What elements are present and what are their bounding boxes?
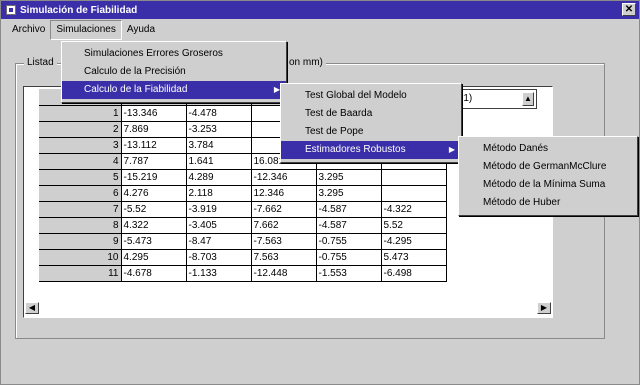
submenu-arrow-icon: ▶ xyxy=(448,145,455,154)
column-header-combo[interactable]: r1) ▲ xyxy=(455,89,537,109)
menu-item-test-baarda[interactable]: Test de Baarda xyxy=(281,105,461,123)
grid-cell[interactable]: 4.295 xyxy=(121,249,187,266)
grid-cell[interactable]: 12.346 xyxy=(251,185,317,202)
row-number[interactable]: 2 xyxy=(39,121,122,138)
table-row[interactable]: 5 -15.219 4.289 -12.346 3.295 xyxy=(39,169,447,186)
grid-cell[interactable]: 7.563 xyxy=(251,249,317,266)
grid-cell[interactable]: -4.478 xyxy=(186,105,252,122)
row-number[interactable]: 3 xyxy=(39,137,122,154)
menu-item-label: Estimadores Robustos xyxy=(305,144,406,155)
grid-cell[interactable]: -15.219 xyxy=(121,169,187,186)
row-number[interactable]: 11 xyxy=(39,265,122,282)
menu-item-test-pope[interactable]: Test de Pope xyxy=(281,123,461,141)
window-title: Simulación de Fiabilidad xyxy=(20,4,138,16)
grid-cell[interactable]: 4.322 xyxy=(121,217,187,234)
menu-item-metodo-germanmcclure[interactable]: Método de GermanMcClure xyxy=(459,158,637,176)
grid-cell[interactable]: -3.919 xyxy=(186,201,252,218)
menu-item-metodo-minima-suma[interactable]: Método de la Mínima Suma xyxy=(459,176,637,194)
table-row[interactable]: 11 -4.678 -1.133 -12.448 -1.553 -6.498 xyxy=(39,265,447,282)
menu-item-calculo-precision[interactable]: Calculo de la Precisión xyxy=(62,63,286,81)
menu-item-metodo-danes[interactable]: Método Danés xyxy=(459,140,637,158)
grid-cell[interactable]: 5.52 xyxy=(381,217,447,234)
menu-simulaciones[interactable]: Simulaciones xyxy=(50,20,122,40)
close-button[interactable]: ✕ xyxy=(622,3,636,16)
grid-cell[interactable]: 3.295 xyxy=(316,185,382,202)
grid-cell[interactable]: 7.662 xyxy=(251,217,317,234)
grid-cell[interactable]: -5.473 xyxy=(121,233,187,250)
row-number[interactable]: 10 xyxy=(39,249,122,266)
row-number[interactable]: 4 xyxy=(39,153,122,170)
grid-cell[interactable]: 3.784 xyxy=(186,137,252,154)
fiabilidad-submenu: Test Global del Modelo Test de Baarda Te… xyxy=(280,83,462,163)
grid-cell[interactable]: -1.133 xyxy=(186,265,252,282)
row-number[interactable]: 9 xyxy=(39,233,122,250)
grid-cell[interactable]: -13.346 xyxy=(121,105,187,122)
table-row[interactable]: 7 -5.52 -3.919 -7.662 -4.587 -4.322 xyxy=(39,201,447,218)
grid-cell[interactable]: -4.587 xyxy=(316,201,382,218)
table-row[interactable]: 10 4.295 -8.703 7.563 -0.755 5.473 xyxy=(39,249,447,266)
grid-cell[interactable]: 2.118 xyxy=(186,185,252,202)
scroll-up-arrow-icon[interactable]: ▲ xyxy=(522,92,534,106)
menu-item-test-global[interactable]: Test Global del Modelo xyxy=(281,87,461,105)
grid-cell[interactable] xyxy=(381,169,447,186)
grid-cell[interactable]: -4.295 xyxy=(381,233,447,250)
grid-cell[interactable]: -3.405 xyxy=(186,217,252,234)
menu-bar: Archivo Simulaciones Ayuda xyxy=(1,19,639,41)
row-number[interactable]: 5 xyxy=(39,169,122,186)
grid-cell[interactable]: -4.322 xyxy=(381,201,447,218)
robustos-submenu: Método Danés Método de GermanMcClure Mét… xyxy=(458,136,638,216)
grid-cell[interactable]: -7.563 xyxy=(251,233,317,250)
menu-ayuda[interactable]: Ayuda xyxy=(122,19,160,41)
app-window: Simulación de Fiabilidad ✕ Archivo Simul… xyxy=(0,0,640,385)
grid-cell[interactable]: 7.869 xyxy=(121,121,187,138)
menu-item-metodo-huber[interactable]: Método de Huber xyxy=(459,194,637,212)
row-number[interactable]: 8 xyxy=(39,217,122,234)
group-legend: Listad xyxy=(24,57,57,68)
menu-item-label: Calculo de la Fiabilidad xyxy=(84,84,188,95)
grid-cell[interactable]: 4.276 xyxy=(121,185,187,202)
grid-cell[interactable]: -13.112 xyxy=(121,137,187,154)
grid-cell[interactable]: -8.47 xyxy=(186,233,252,250)
grid-cell[interactable]: -0.755 xyxy=(316,233,382,250)
grid-cell[interactable] xyxy=(381,185,447,202)
row-number[interactable]: 7 xyxy=(39,201,122,218)
grid-cell[interactable]: -6.498 xyxy=(381,265,447,282)
menu-archivo[interactable]: Archivo xyxy=(7,19,50,41)
menu-item-calculo-fiabilidad[interactable]: Calculo de la Fiabilidad ▶ xyxy=(62,81,286,99)
grid-cell[interactable]: 1.641 xyxy=(186,153,252,170)
title-bar: Simulación de Fiabilidad ✕ xyxy=(1,1,639,19)
table-row[interactable]: 9 -5.473 -8.47 -7.563 -0.755 -4.295 xyxy=(39,233,447,250)
grid-cell[interactable]: -7.662 xyxy=(251,201,317,218)
grid-cell[interactable]: 5.473 xyxy=(381,249,447,266)
grid-cell[interactable]: -4.587 xyxy=(316,217,382,234)
grid-cell[interactable]: -4.678 xyxy=(121,265,187,282)
row-number[interactable]: 1 xyxy=(39,105,122,122)
grid-cell[interactable]: -0.755 xyxy=(316,249,382,266)
scroll-left-arrow-icon[interactable]: ◀ xyxy=(25,302,39,314)
grid-cell[interactable]: -1.553 xyxy=(316,265,382,282)
table-row[interactable]: 6 4.276 2.118 12.346 3.295 xyxy=(39,185,447,202)
grid-cell[interactable]: 7.787 xyxy=(121,153,187,170)
simulaciones-menu: Simulaciones Errores Groseros Calculo de… xyxy=(61,41,287,103)
grid-cell[interactable]: 3.295 xyxy=(316,169,382,186)
grid-cell[interactable]: -12.346 xyxy=(251,169,317,186)
grid-cell[interactable]: -12.448 xyxy=(251,265,317,282)
grid-cell[interactable]: -3.253 xyxy=(186,121,252,138)
grid-cell[interactable]: 4.289 xyxy=(186,169,252,186)
grid-cell[interactable]: -5.52 xyxy=(121,201,187,218)
grid-cell[interactable]: -8.703 xyxy=(186,249,252,266)
scroll-right-arrow-icon[interactable]: ▶ xyxy=(537,302,551,314)
table-row[interactable]: 8 4.322 -3.405 7.662 -4.587 5.52 xyxy=(39,217,447,234)
group-legend-tail: on mm) xyxy=(286,57,326,68)
app-icon xyxy=(6,5,16,15)
horizontal-scrollbar[interactable]: ◀ ▶ xyxy=(23,299,553,316)
menu-item-estimadores-robustos[interactable]: Estimadores Robustos ▶ xyxy=(281,141,461,159)
menu-item-errores-groseros[interactable]: Simulaciones Errores Groseros xyxy=(62,45,286,63)
row-number[interactable]: 6 xyxy=(39,185,122,202)
